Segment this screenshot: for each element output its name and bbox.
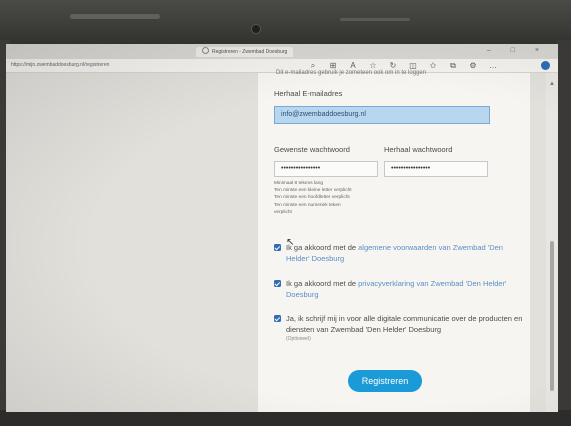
bezel-reflection <box>340 18 410 21</box>
favorites-icon[interactable]: ✩ <box>428 61 438 70</box>
password-label: Gewenste wachtwoord <box>274 145 350 154</box>
window-controls[interactable]: – □ × <box>487 47 548 54</box>
repeat-email-field[interactable]: info@zwembaddoesburg.nl <box>274 106 490 124</box>
privacy-prefix: Ik ga akkoord met de <box>286 279 359 288</box>
register-button[interactable]: Registreren <box>348 370 422 392</box>
privacy-text: Ik ga akkoord met de privacyverklaring v… <box>286 279 524 300</box>
terms-text: Ik ga akkoord met de algemene voorwaarde… <box>286 243 524 264</box>
laptop-bezel-right <box>556 40 571 420</box>
bezel-reflection <box>70 14 160 19</box>
favorite-icon[interactable]: ☆ <box>368 61 378 70</box>
translate-icon[interactable]: ⊞ <box>328 61 338 70</box>
requirement-item: verplicht <box>274 209 292 215</box>
requirement-item: Ten minste een hoofdletter verplicht <box>274 195 350 201</box>
password-requirements: Minimaal 8 tekens lang Ten minste een kl… <box>274 180 352 216</box>
newsletter-label: Ja, ik schrijf mij in voor alle digitale… <box>286 314 523 334</box>
newsletter-row: Ja, ik schrijf mij in voor alle digitale… <box>274 314 524 344</box>
requirement-item: Ten minste een numeriek teken <box>274 202 341 208</box>
extensions-icon[interactable]: ⚙ <box>468 61 478 70</box>
more-icon[interactable]: … <box>488 61 498 70</box>
terms-row: Ik ga akkoord met de algemene voorwaarde… <box>274 243 524 264</box>
repeat-password-label: Herhaal wachtwoord <box>384 145 453 154</box>
requirement-item: Minimaal 8 tekens lang <box>274 181 324 186</box>
loading-icon <box>202 47 209 54</box>
privacy-row: Ik ga akkoord met de privacyverklaring v… <box>274 279 524 300</box>
laptop-bezel-bottom <box>0 410 571 426</box>
email-hint: Dit e-mailadres gebruik je zometeen ook … <box>276 70 427 76</box>
split-screen-icon[interactable]: ◫ <box>408 61 418 70</box>
terms-prefix: Ik ga akkoord met de <box>286 243 359 252</box>
laptop-bezel-top <box>0 0 571 48</box>
refresh-icon[interactable]: ↻ <box>388 61 398 70</box>
terms-checkbox[interactable] <box>274 244 281 251</box>
scrollbar[interactable]: ▲ <box>546 73 558 412</box>
newsletter-checkbox[interactable] <box>274 315 281 322</box>
page-content: Dit e-mailadres gebruik je zometeen ook … <box>6 70 558 412</box>
screen: Registreren - Zwembad Doesburg – □ × htt… <box>6 44 558 412</box>
repeat-email-label: Herhaal E-mailadres <box>274 89 343 98</box>
scroll-thumb[interactable] <box>550 241 554 391</box>
url-field[interactable]: https://mijn.zwembaddoesburg.nl/registre… <box>11 62 109 68</box>
mouse-cursor-icon: ↖ <box>286 237 295 248</box>
tab-title: Registreren - Zwembad Doesburg <box>212 49 288 55</box>
profile-avatar[interactable] <box>541 61 550 70</box>
privacy-checkbox[interactable] <box>274 280 281 287</box>
webcam-icon <box>251 24 261 34</box>
optional-hint: (Optioneel) <box>286 336 311 342</box>
scroll-up-icon[interactable]: ▲ <box>549 81 555 87</box>
read-aloud-icon[interactable]: A <box>348 61 358 70</box>
repeat-password-field[interactable]: •••••••••••••••• <box>384 161 488 177</box>
collections-icon[interactable]: ⧉ <box>448 61 458 71</box>
newsletter-text: Ja, ik schrijf mij in voor alle digitale… <box>286 314 524 344</box>
requirement-item: Ten minste een kleine letter verplicht <box>274 188 352 194</box>
search-icon[interactable]: ⌕ <box>308 61 318 71</box>
tab-bar: Registreren - Zwembad Doesburg – □ × <box>6 44 558 59</box>
password-field[interactable]: •••••••••••••••• <box>274 161 378 177</box>
browser-tab[interactable]: Registreren - Zwembad Doesburg <box>196 47 294 57</box>
